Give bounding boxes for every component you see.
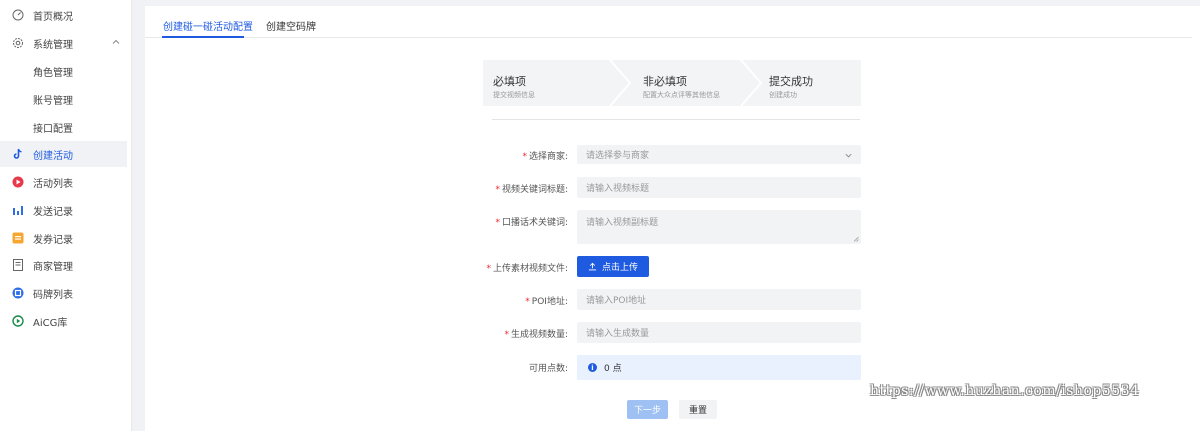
sidebar-item-create-activity[interactable]: 创建活动 bbox=[0, 141, 127, 167]
sidebar-item-label: 系统管理 bbox=[33, 39, 73, 51]
chevron-up-icon[interactable] bbox=[111, 37, 121, 47]
chevron-down-icon bbox=[845, 153, 852, 158]
steps-bar: 必填项 提交视频信息 非必填项 配置大众点评等其他信息 提交成功 创建成功 bbox=[483, 60, 861, 106]
step-title: 提交成功 bbox=[769, 75, 813, 88]
qr-code-icon bbox=[11, 287, 24, 300]
keywords-textarea[interactable]: 请输入视频副标题 bbox=[577, 210, 861, 244]
points-label: 可用点数: bbox=[528, 364, 568, 374]
poi-input[interactable]: 请输入POI地址 bbox=[577, 289, 861, 310]
sidebar-item-aicg[interactable]: AiCG库 bbox=[0, 308, 127, 334]
aicg-icon bbox=[11, 315, 24, 328]
sidebar-item-label: 接口配置 bbox=[33, 123, 73, 135]
upload-icon bbox=[588, 262, 597, 271]
video-title-input[interactable]: 请输入视频标题 bbox=[577, 177, 861, 198]
sidebar-item-label: 首页概况 bbox=[33, 11, 73, 23]
sidebar-item-activity-list[interactable]: 活动列表 bbox=[0, 169, 127, 195]
tab-create-empty-qr[interactable]: 创建空码牌 bbox=[266, 18, 316, 33]
sidebar-item-label: 码牌列表 bbox=[33, 289, 73, 301]
tab-active-indicator bbox=[162, 36, 244, 38]
step-title: 非必填项 bbox=[643, 75, 687, 88]
sidebar-item-accounts[interactable]: 账号管理 bbox=[0, 86, 127, 112]
step-desc: 提交视频信息 bbox=[493, 91, 535, 99]
sidebar-item-label: AiCG库 bbox=[33, 317, 68, 329]
step-desc: 创建成功 bbox=[769, 91, 797, 99]
sidebar-item-dashboard[interactable]: 首页概况 bbox=[0, 2, 127, 28]
sidebar: 首页概况 系统管理 角色管理 账号管理 接口配置 创建活动 活动列表 发送记录 bbox=[0, 0, 132, 431]
sidebar-item-roles[interactable]: 角色管理 bbox=[0, 58, 127, 84]
tiktok-icon bbox=[11, 148, 24, 161]
step-title: 必填项 bbox=[493, 75, 526, 88]
divider bbox=[492, 119, 860, 120]
upload-label: * 上传素材视频文件: bbox=[486, 264, 568, 274]
reset-button[interactable]: 重置 bbox=[679, 400, 717, 419]
watermark: https://www.huzhan.com/ishop5534 bbox=[870, 383, 1140, 399]
sidebar-item-label: 商家管理 bbox=[33, 261, 73, 273]
bar-chart-icon bbox=[11, 204, 24, 217]
settings-icon bbox=[11, 37, 24, 50]
sidebar-item-system[interactable]: 系统管理 bbox=[0, 30, 127, 56]
video-title-label: * 视频关键词标题: bbox=[495, 185, 568, 195]
sidebar-item-merchants[interactable]: 商家管理 bbox=[0, 252, 127, 278]
tab-bar: 创建碰一碰活动配置 创建空码牌 bbox=[145, 6, 1192, 38]
merchant-select[interactable]: 请选择参与商家 bbox=[577, 145, 861, 164]
merchant-label: * 选择商家: bbox=[522, 152, 568, 162]
resize-handle-icon[interactable] bbox=[853, 236, 859, 242]
upload-button[interactable]: 点击上传 bbox=[577, 256, 649, 277]
sidebar-item-label: 角色管理 bbox=[33, 67, 73, 79]
sidebar-item-qr-list[interactable]: 码牌列表 bbox=[0, 280, 127, 306]
main-panel: 创建碰一碰活动配置 创建空码牌 必填项 提交视频信息 非必填项 配置大众点评等其… bbox=[145, 6, 1200, 431]
tab-create-activity-config[interactable]: 创建碰一碰活动配置 bbox=[163, 18, 253, 33]
sidebar-item-coupon-records[interactable]: 发券记录 bbox=[0, 225, 127, 251]
sidebar-item-api-config[interactable]: 接口配置 bbox=[0, 114, 127, 140]
sidebar-item-label: 账号管理 bbox=[33, 95, 73, 107]
coupon-icon bbox=[11, 232, 24, 245]
poi-label: * POI地址: bbox=[525, 297, 568, 307]
sidebar-item-label: 创建活动 bbox=[33, 150, 73, 162]
sidebar-item-label: 活动列表 bbox=[33, 178, 73, 190]
info-icon: i bbox=[588, 363, 597, 372]
count-input[interactable]: 请输入生成数量 bbox=[577, 322, 861, 343]
merchant-icon bbox=[11, 259, 24, 272]
sidebar-item-label: 发送记录 bbox=[33, 206, 73, 218]
dashboard-icon bbox=[11, 9, 24, 22]
count-label: * 生成视频数量: bbox=[504, 330, 568, 340]
sidebar-item-send-records[interactable]: 发送记录 bbox=[0, 197, 127, 223]
points-value: 0 点 bbox=[604, 364, 622, 374]
keywords-label: * 口播话术关键词: bbox=[495, 218, 568, 228]
activity-list-icon bbox=[11, 176, 24, 189]
points-info: i 0 点 bbox=[577, 355, 861, 380]
sidebar-item-label: 发券记录 bbox=[33, 234, 73, 246]
next-button[interactable]: 下一步 bbox=[627, 400, 668, 419]
step-desc: 配置大众点评等其他信息 bbox=[643, 91, 720, 99]
